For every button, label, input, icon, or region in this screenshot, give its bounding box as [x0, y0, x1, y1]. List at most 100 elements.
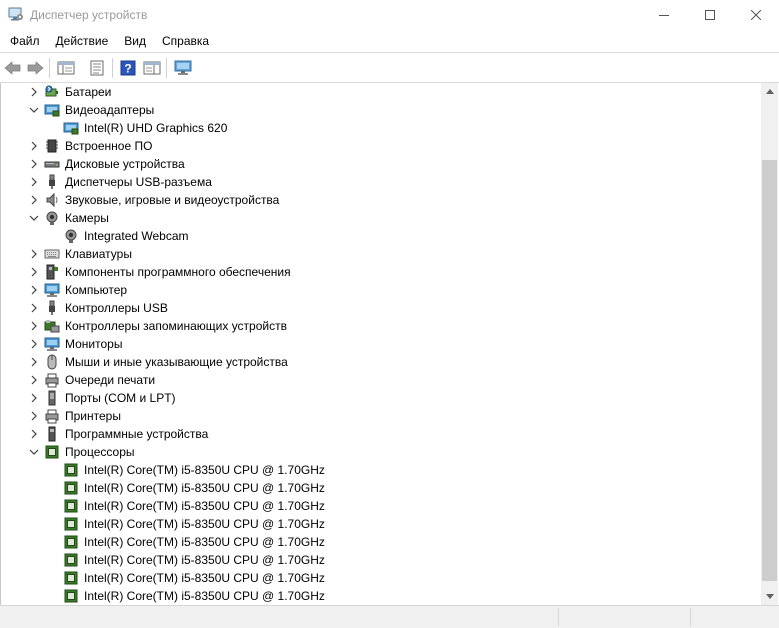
tree-category-row[interactable]: Принтеры: [1, 407, 761, 425]
processor-icon: [63, 570, 79, 586]
chevron-right-icon[interactable]: [28, 140, 40, 152]
tree-category-row[interactable]: Батареи: [1, 83, 761, 101]
help-button[interactable]: ?: [118, 58, 138, 78]
action-pane-button[interactable]: [142, 58, 162, 78]
tree-item-label: Intel(R) Core(TM) i5-8350U CPU @ 1.70GHz: [84, 517, 325, 531]
chevron-right-icon[interactable]: [28, 266, 40, 278]
device-tree-panel: Батареи Видеоадаптеры Intel(R) UHD Graphic…: [0, 83, 779, 605]
svg-text:?: ?: [124, 62, 131, 76]
scroll-down-button[interactable]: [761, 588, 778, 605]
chevron-right-icon[interactable]: [28, 338, 40, 350]
chevron-right-icon[interactable]: [28, 428, 40, 440]
chevron-right-icon[interactable]: [28, 392, 40, 404]
usb-connector-icon: [44, 174, 60, 190]
port-icon: [44, 390, 60, 406]
chevron-right-icon[interactable]: [28, 374, 40, 386]
tree-category-row[interactable]: Очереди печати: [1, 371, 761, 389]
chevron-right-icon[interactable]: [28, 302, 40, 314]
tree-category-row[interactable]: Контроллеры запоминающих устройств: [1, 317, 761, 335]
console-tree-button[interactable]: [56, 58, 76, 78]
show-hide-console-tree-icon: [57, 61, 75, 75]
processor-icon: [63, 516, 79, 532]
chevron-right-icon[interactable]: [28, 284, 40, 296]
battery-icon: [44, 84, 60, 100]
toolbar-separator: [49, 58, 50, 78]
tree-category-row[interactable]: Видеоадаптеры: [1, 101, 761, 119]
menu-help[interactable]: Справка: [153, 30, 216, 52]
minimize-icon: [659, 15, 669, 16]
tree-item-label: Порты (COM и LPT): [65, 391, 176, 405]
chevron-right-icon[interactable]: [28, 176, 40, 188]
chevron-down-icon[interactable]: [28, 104, 40, 116]
maximize-button[interactable]: [687, 0, 733, 30]
chevron-down-icon[interactable]: [28, 212, 40, 224]
tree-category-row[interactable]: Контроллеры USB: [1, 299, 761, 317]
tree-category-row[interactable]: Звуковые, игровые и видеоустройства: [1, 191, 761, 209]
tree-item-label: Intel(R) Core(TM) i5-8350U CPU @ 1.70GHz: [84, 553, 325, 567]
chevron-right-icon[interactable]: [28, 320, 40, 332]
tree-device-row[interactable]: Intel(R) Core(TM) i5-8350U CPU @ 1.70GHz: [1, 515, 761, 533]
tree-category-row[interactable]: Программные устройства: [1, 425, 761, 443]
scroll-up-button[interactable]: [761, 83, 778, 100]
tree-device-row[interactable]: Intel(R) Core(TM) i5-8350U CPU @ 1.70GHz: [1, 551, 761, 569]
tree-device-row[interactable]: Intel(R) Core(TM) i5-8350U CPU @ 1.70GHz: [1, 461, 761, 479]
tree-item-label: Контроллеры USB: [65, 301, 168, 315]
processor-icon: [63, 552, 79, 568]
tree-category-row[interactable]: Процессоры: [1, 443, 761, 461]
processor-icon: [63, 498, 79, 514]
device-manager-icon: [8, 7, 23, 21]
chevron-right-icon[interactable]: [28, 410, 40, 422]
tree-device-row[interactable]: Intel(R) Core(TM) i5-8350U CPU @ 1.70GHz: [1, 569, 761, 587]
tree-category-row[interactable]: Встроенное ПО: [1, 137, 761, 155]
tree-device-row[interactable]: Intel(R) Core(TM) i5-8350U CPU @ 1.70GHz: [1, 497, 761, 515]
back-button[interactable]: [3, 58, 23, 78]
tree-item-label: Intel(R) Core(TM) i5-8350U CPU @ 1.70GHz: [84, 463, 325, 477]
tree-device-row[interactable]: Intel(R) UHD Graphics 620: [1, 119, 761, 137]
menu-file[interactable]: Файл: [0, 30, 47, 52]
tree-item-label: Intel(R) Core(TM) i5-8350U CPU @ 1.70GHz: [84, 571, 325, 585]
tree-category-row[interactable]: Клавиатуры: [1, 245, 761, 263]
properties-button[interactable]: [87, 58, 107, 78]
tree-item-label: Intel(R) UHD Graphics 620: [84, 121, 228, 135]
tree-category-row[interactable]: Порты (COM и LPT): [1, 389, 761, 407]
display-adapter-icon: [63, 120, 79, 136]
tree-device-row[interactable]: Intel(R) Core(TM) i5-8350U CPU @ 1.70GHz: [1, 587, 761, 605]
monitor-computer-icon: [174, 60, 192, 75]
minimize-button[interactable]: [641, 0, 687, 30]
tree-category-row[interactable]: Компьютер: [1, 281, 761, 299]
chevron-right-icon[interactable]: [28, 356, 40, 368]
close-icon: [751, 10, 761, 20]
chevron-down-icon[interactable]: [28, 446, 40, 458]
tree-device-row[interactable]: Intel(R) Core(TM) i5-8350U CPU @ 1.70GHz: [1, 479, 761, 497]
tree-category-row[interactable]: Диспетчеры USB-разъема: [1, 173, 761, 191]
mouse-icon: [44, 354, 60, 370]
tree-category-row[interactable]: Мониторы: [1, 335, 761, 353]
chevron-right-icon[interactable]: [28, 194, 40, 206]
processor-icon: [44, 444, 60, 460]
properties-icon: [90, 60, 104, 76]
tree-item-label: Встроенное ПО: [65, 139, 153, 153]
tree-item-label: Integrated Webcam: [84, 229, 189, 243]
close-button[interactable]: [733, 0, 779, 30]
menu-view[interactable]: Вид: [115, 30, 153, 52]
chevron-right-icon[interactable]: [28, 248, 40, 260]
scan-hardware-button[interactable]: [173, 58, 193, 78]
processor-icon: [63, 480, 79, 496]
action-pane-icon: [143, 61, 161, 75]
tree-category-row[interactable]: Камеры: [1, 209, 761, 227]
print-queue-icon: [44, 372, 60, 388]
monitor-icon: [44, 336, 60, 352]
tree-item-label: Программные устройства: [65, 427, 209, 441]
tree-category-row[interactable]: Компоненты программного обеспечения: [1, 263, 761, 281]
scroll-thumb[interactable]: [762, 160, 777, 581]
tree-category-row[interactable]: Мыши и иные указывающие устройства: [1, 353, 761, 371]
vertical-scrollbar[interactable]: [761, 83, 778, 605]
menu-action[interactable]: Действие: [47, 30, 116, 52]
chevron-right-icon[interactable]: [28, 158, 40, 170]
tree-category-row[interactable]: Дисковые устройства: [1, 155, 761, 173]
tree-device-row[interactable]: Integrated Webcam: [1, 227, 761, 245]
tree-device-row[interactable]: Intel(R) Core(TM) i5-8350U CPU @ 1.70GHz: [1, 533, 761, 551]
chevron-right-icon[interactable]: [28, 86, 40, 98]
menu-bar: Файл Действие Вид Справка: [0, 30, 779, 52]
forward-button[interactable]: [25, 58, 45, 78]
